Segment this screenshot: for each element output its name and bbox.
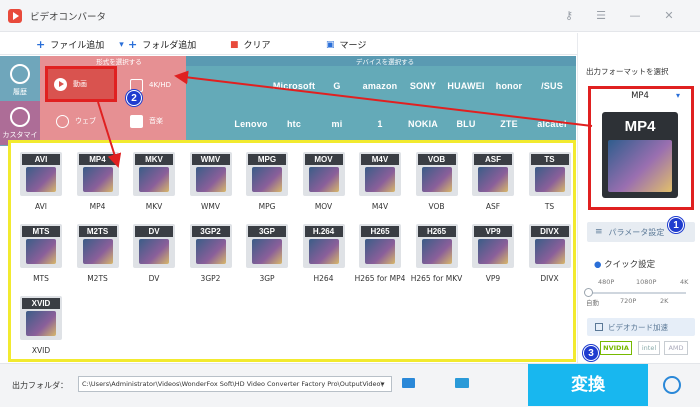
annotation-arrow [174, 70, 593, 127]
step-badge-1: 1 [668, 217, 684, 233]
alarm-clock-icon[interactable] [663, 376, 681, 394]
step-badge-2: 2 [126, 90, 142, 106]
convert-button[interactable]: 変換 [528, 364, 648, 406]
step-badge-3: 3 [583, 345, 599, 361]
path-dropdown-icon[interactable]: ▾ [381, 380, 385, 388]
output-folder-label: 出力フォルダ： [12, 381, 68, 390]
open-folder-icon[interactable] [455, 378, 469, 388]
folder-icon[interactable] [402, 378, 415, 388]
annotation-arrow [97, 101, 122, 168]
output-folder-input[interactable]: C:\Users\Administrator\Videos\WonderFox … [78, 376, 392, 392]
